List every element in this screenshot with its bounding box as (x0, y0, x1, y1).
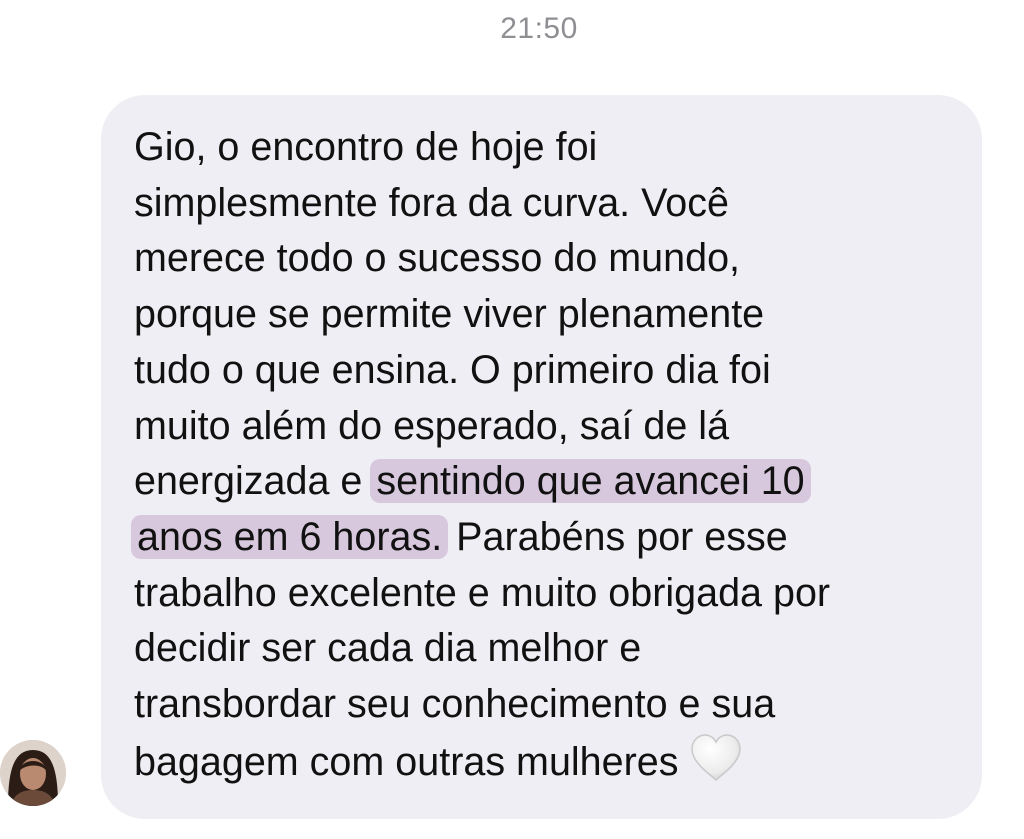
message-line: bagagem com outras mulheres (134, 733, 964, 799)
message-line-segment: Parabéns por esse (445, 514, 788, 559)
message-line: decidir ser cada dia melhor e (134, 626, 642, 671)
message-line-segment: bagagem com outras mulheres (134, 739, 679, 784)
message-line: merece todo o sucesso do mundo, (134, 236, 741, 281)
message-line: trabalho excelente e muito obrigada por (134, 570, 831, 615)
message-line: porque se permite viver plenamente (134, 292, 765, 337)
message-line: energizada e sentindo que avancei 10 (134, 454, 964, 510)
message-line: simplesmente fora da curva. Você (134, 180, 729, 225)
message-text: Gio, o encontro de hoje foi simplesmente… (131, 120, 964, 799)
message-line: Gio, o encontro de hoje foi (134, 125, 598, 169)
message-line: muito além do esperado, saí de lá (134, 403, 730, 448)
message-timestamp: 21:50 (500, 12, 578, 45)
white-heart-icon (689, 733, 743, 799)
message-line: anos em 6 horas. Parabéns por esse (131, 510, 964, 566)
highlighted-text: anos em 6 horas. (131, 514, 449, 559)
message-line: tudo o que ensina. O primeiro dia foi (134, 347, 771, 392)
contact-avatar[interactable] (0, 740, 66, 806)
message-line-segment: energizada e (134, 459, 374, 504)
message-line: transbordar seu conhecimento e sua (134, 682, 776, 727)
avatar-photo (0, 740, 66, 806)
highlighted-text: sentindo que avancei 10 (370, 459, 811, 504)
